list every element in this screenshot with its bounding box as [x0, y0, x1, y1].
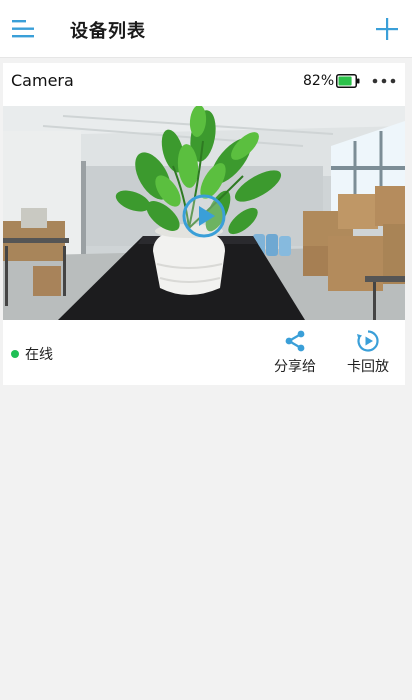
- battery-percent: 82%: [303, 73, 335, 89]
- status-text: 在线: [25, 347, 53, 363]
- more-options-button[interactable]: [371, 73, 397, 87]
- battery-indicator: 82%: [303, 71, 360, 91]
- share-label: 分享给: [274, 359, 316, 375]
- device-status: 在线: [11, 344, 53, 364]
- camera-preview[interactable]: [3, 106, 405, 320]
- plus-icon: [376, 18, 398, 40]
- card-playback-button[interactable]: 卡回放: [340, 329, 396, 375]
- menu-icon[interactable]: [12, 18, 36, 40]
- device-card[interactable]: Camera 82% 在线 分享给 卡回放: [3, 63, 405, 385]
- page-title: 设备列表: [70, 21, 146, 42]
- playback-label: 卡回放: [347, 359, 389, 375]
- online-dot-icon: [11, 350, 19, 358]
- more-dots-icon: [372, 78, 396, 84]
- share-icon: [285, 330, 305, 352]
- add-device-button[interactable]: [375, 17, 399, 41]
- battery-icon: [336, 74, 360, 88]
- device-name: Camera: [11, 71, 74, 90]
- top-bar: 设备列表: [0, 0, 412, 58]
- play-button[interactable]: [182, 194, 226, 238]
- playback-icon: [357, 330, 379, 352]
- play-icon: [182, 194, 226, 238]
- share-button[interactable]: 分享给: [267, 329, 323, 375]
